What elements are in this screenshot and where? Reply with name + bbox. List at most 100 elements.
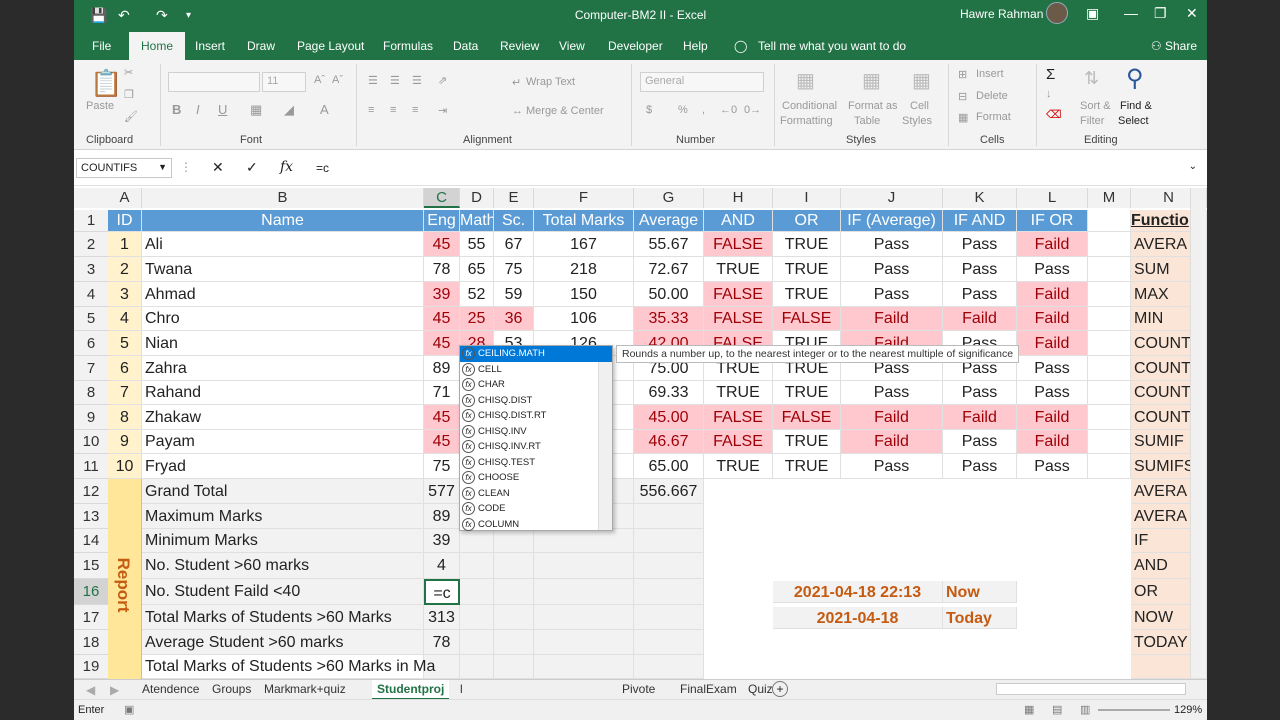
- page-break-view-icon[interactable]: ▥: [1080, 703, 1090, 716]
- table-cell[interactable]: [1088, 331, 1131, 356]
- table-cell[interactable]: 55.67: [634, 232, 704, 257]
- table-cell[interactable]: 45.00: [634, 405, 704, 430]
- shrink-font-icon[interactable]: Aˇ: [332, 74, 343, 86]
- table-cell[interactable]: Pass: [943, 232, 1017, 257]
- autocomplete-item[interactable]: fx CHISQ.DIST.RT: [460, 408, 612, 424]
- align-center-icon[interactable]: ≡: [390, 104, 396, 116]
- table-cell[interactable]: [1088, 405, 1131, 430]
- table-cell[interactable]: 65: [460, 257, 494, 282]
- table-cell[interactable]: 1: [108, 232, 142, 257]
- table-cell[interactable]: Faild: [1017, 282, 1088, 307]
- middle-align-icon[interactable]: ☰: [390, 74, 400, 87]
- top-align-icon[interactable]: ☰: [368, 74, 378, 87]
- header-eng[interactable]: Eng: [424, 210, 460, 232]
- fill-color-icon[interactable]: ◢: [284, 102, 294, 118]
- tab-developer[interactable]: Developer: [608, 39, 663, 53]
- conditional-formatting-icon[interactable]: ▦: [796, 68, 815, 93]
- tab-file[interactable]: File: [92, 39, 111, 53]
- table-cell[interactable]: 52: [460, 282, 494, 307]
- header-if-average[interactable]: IF (Average): [841, 210, 943, 232]
- row-header-17[interactable]: 17: [74, 605, 108, 630]
- report-value[interactable]: [460, 553, 494, 579]
- table-cell[interactable]: Faild: [1017, 232, 1088, 257]
- spreadsheet-grid[interactable]: A B C D E F G H I J K L M N 1 2 3 4 5 6 7 8 9 10 11 12 13 14 15 16 17 1…: [74, 186, 1207, 679]
- sort-filter-label[interactable]: Sort &: [1080, 100, 1111, 112]
- table-cell[interactable]: Zahra: [142, 356, 424, 381]
- align-right-icon[interactable]: ≡: [412, 104, 418, 116]
- tab-help[interactable]: Help: [683, 39, 708, 53]
- column-header-d[interactable]: D: [460, 188, 494, 208]
- table-cell[interactable]: Pass: [841, 282, 943, 307]
- indent-icon[interactable]: ⇥: [438, 104, 447, 117]
- autocomplete-item[interactable]: fx CHISQ.INV: [460, 424, 612, 440]
- table-cell[interactable]: Payam: [142, 430, 424, 454]
- table-cell[interactable]: 150: [534, 282, 634, 307]
- row-header-15[interactable]: 15: [74, 553, 108, 579]
- table-cell[interactable]: Ahmad: [142, 282, 424, 307]
- header-average[interactable]: Average: [634, 210, 704, 232]
- table-cell[interactable]: TRUE: [773, 381, 841, 405]
- table-cell[interactable]: [1088, 282, 1131, 307]
- table-cell[interactable]: Faild: [1017, 430, 1088, 454]
- sheet-tab[interactable]: FinalExam: [680, 682, 737, 696]
- report-value[interactable]: 556.667: [634, 479, 704, 504]
- table-cell[interactable]: 89: [424, 356, 460, 381]
- user-name[interactable]: Hawre Rahman: [960, 7, 1043, 21]
- table-cell[interactable]: [1088, 356, 1131, 381]
- report-value[interactable]: [494, 630, 534, 655]
- function-autocomplete-list[interactable]: fx CEILING.MATH fx CELL fx CHAR fx CHISQ.DIST fx…: [459, 345, 613, 531]
- autocomplete-item[interactable]: fx CODE: [460, 501, 612, 517]
- report-value[interactable]: 78: [424, 630, 460, 655]
- vertical-scrollbar[interactable]: [1190, 188, 1206, 678]
- sort-filter-icon[interactable]: ⇅: [1084, 68, 1099, 89]
- report-value[interactable]: [460, 630, 494, 655]
- share-button[interactable]: ⚇ Share: [1151, 39, 1197, 53]
- table-cell[interactable]: Pass: [1017, 381, 1088, 405]
- tab-insert[interactable]: Insert: [195, 39, 225, 53]
- table-cell[interactable]: 39: [424, 282, 460, 307]
- sheet-tab[interactable]: Pivote: [622, 682, 655, 696]
- table-cell[interactable]: Faild: [841, 307, 943, 331]
- header-math[interactable]: Math: [460, 210, 494, 232]
- tab-view[interactable]: View: [559, 39, 585, 53]
- row-header-7[interactable]: 7: [74, 356, 108, 381]
- conditional-formatting-label-2[interactable]: Formatting: [780, 115, 833, 127]
- table-cell[interactable]: Faild: [943, 307, 1017, 331]
- header-or[interactable]: OR: [773, 210, 841, 232]
- number-format-combo[interactable]: General: [640, 72, 764, 92]
- column-header-a[interactable]: A: [108, 188, 142, 208]
- table-cell[interactable]: 6: [108, 356, 142, 381]
- format-as-table-icon[interactable]: ▦: [862, 68, 881, 93]
- report-value[interactable]: [494, 655, 534, 679]
- sheet-tab[interactable]: Groups: [212, 682, 251, 696]
- next-sheet-icon[interactable]: ▶: [110, 683, 119, 697]
- table-cell[interactable]: 45: [424, 232, 460, 257]
- font-color-icon[interactable]: A: [320, 102, 329, 117]
- row-header-16[interactable]: 16: [74, 579, 108, 605]
- autocomplete-item[interactable]: fx CHAR: [460, 377, 612, 393]
- table-cell[interactable]: Zhakaw: [142, 405, 424, 430]
- table-cell[interactable]: FALSE: [704, 405, 773, 430]
- table-cell[interactable]: Faild: [1017, 405, 1088, 430]
- table-cell[interactable]: 2: [108, 257, 142, 282]
- borders-icon[interactable]: ▦: [250, 102, 262, 118]
- table-cell[interactable]: [1088, 430, 1131, 454]
- find-select-icon[interactable]: ⚲: [1126, 64, 1144, 93]
- autocomplete-item[interactable]: fx COLUMN: [460, 517, 612, 533]
- row-header-6[interactable]: 6: [74, 331, 108, 356]
- table-cell[interactable]: Pass: [1017, 454, 1088, 479]
- table-cell[interactable]: 167: [534, 232, 634, 257]
- copy-icon[interactable]: ❐: [124, 88, 134, 101]
- table-cell[interactable]: 45: [424, 307, 460, 331]
- report-value[interactable]: =c: [424, 579, 460, 605]
- table-cell[interactable]: 25: [460, 307, 494, 331]
- column-header-j[interactable]: J: [841, 188, 943, 208]
- autocomplete-item[interactable]: fx CHISQ.INV.RT: [460, 439, 612, 455]
- table-cell[interactable]: TRUE: [773, 282, 841, 307]
- table-cell[interactable]: [1088, 454, 1131, 479]
- zoom-level[interactable]: 129%: [1174, 704, 1202, 716]
- table-cell[interactable]: Fryad: [142, 454, 424, 479]
- table-cell[interactable]: 3: [108, 282, 142, 307]
- table-cell[interactable]: 8: [108, 405, 142, 430]
- table-cell[interactable]: 78: [424, 257, 460, 282]
